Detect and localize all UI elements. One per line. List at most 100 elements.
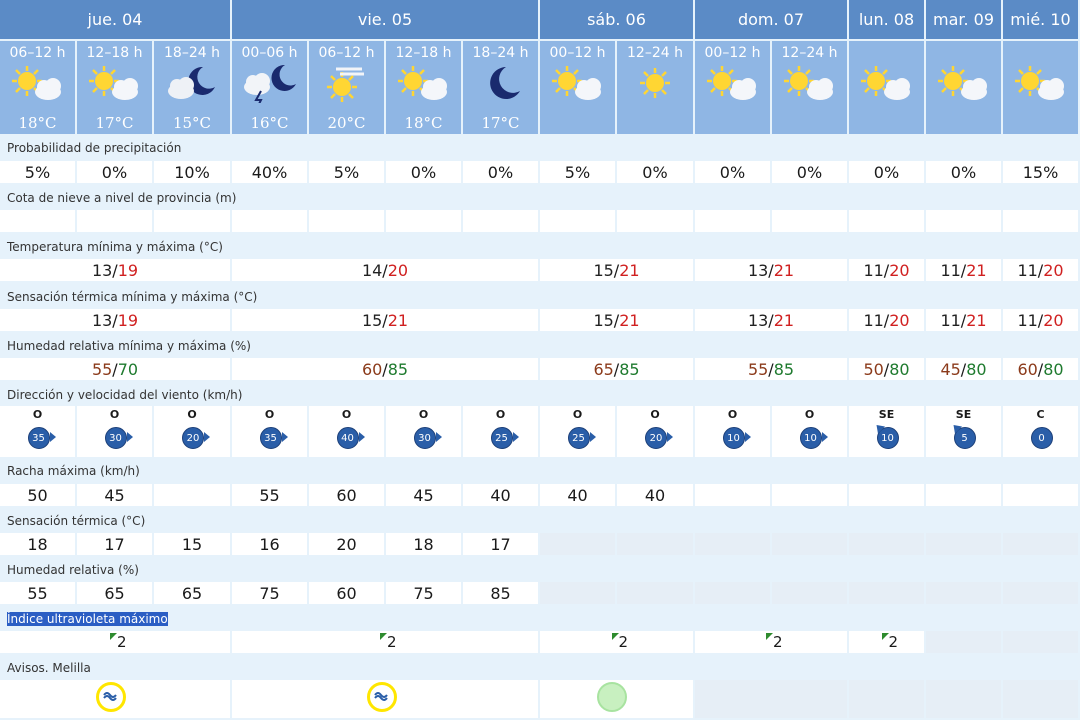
precipitation-value: 40% bbox=[232, 161, 309, 183]
temperature-minmax: 11 / 20 bbox=[1003, 259, 1080, 281]
precipitation-value: 0% bbox=[926, 161, 1003, 183]
precipitation-value: 0% bbox=[617, 161, 695, 183]
period-header bbox=[849, 41, 926, 134]
day-header[interactable]: mié. 10 bbox=[1003, 0, 1080, 39]
day-header[interactable]: mar. 09 bbox=[926, 0, 1003, 39]
snow-level-value bbox=[695, 210, 772, 232]
feels-minmax-min: 11 bbox=[1017, 310, 1038, 330]
precipitation-value: 10% bbox=[154, 161, 232, 183]
wave-warning-icon[interactable] bbox=[367, 682, 397, 712]
wave-warning-icon[interactable] bbox=[96, 682, 126, 712]
wind-speed-badge: 30 bbox=[413, 427, 436, 449]
feels-minmax-min: 15 bbox=[593, 310, 614, 330]
period-temperature: 18°C bbox=[18, 114, 57, 132]
period-header: 06–12 h 20°C bbox=[309, 41, 386, 134]
snow-level-value bbox=[772, 210, 849, 232]
wind-arrow-icon bbox=[204, 432, 210, 442]
precipitation-value: 15% bbox=[1003, 161, 1080, 183]
feels-minmax-min: 13 bbox=[91, 310, 113, 330]
humidity-minmax: 60 / 85 bbox=[232, 358, 540, 380]
uv-flag-icon bbox=[611, 633, 619, 640]
humidity-minmax-min: 65 bbox=[593, 359, 614, 379]
humidity-period-value bbox=[695, 582, 772, 604]
feels-minmax: 15 / 21 bbox=[540, 309, 695, 331]
feels-period-value bbox=[849, 533, 926, 555]
humidity-minmax: 60 / 80 bbox=[1003, 358, 1080, 380]
temperature-minmax: 13 / 21 bbox=[695, 259, 849, 281]
period-header: 12–24 h bbox=[772, 41, 849, 134]
uv-index-value: 2 bbox=[117, 633, 127, 651]
day-header[interactable]: jue. 04 bbox=[0, 0, 232, 39]
period-header bbox=[926, 41, 1003, 134]
feels-period-value bbox=[695, 533, 772, 555]
wind-direction: SE bbox=[955, 408, 972, 421]
wind-direction: O bbox=[187, 408, 197, 421]
humidity-minmax: 65 / 85 bbox=[540, 358, 695, 380]
humidity-minmax-max: 80 bbox=[1043, 359, 1064, 379]
temperature-minmax-max: 21 bbox=[966, 260, 987, 280]
precipitation-value: 5% bbox=[540, 161, 617, 183]
feels-period-value: 18 bbox=[386, 533, 463, 555]
temperature-minmax-max: 20 bbox=[387, 260, 409, 280]
snow-level-value bbox=[0, 210, 77, 232]
gust-value: 40 bbox=[617, 484, 695, 506]
feels-period-value bbox=[617, 533, 695, 555]
temperature-minmax-min: 15 bbox=[593, 260, 614, 280]
feels-period-value: 17 bbox=[463, 533, 540, 555]
sun-cloud-icon bbox=[9, 63, 67, 103]
humidity-minmax-min: 55 bbox=[91, 359, 113, 379]
section-label-feels-period: Sensación térmica (°C) bbox=[7, 514, 146, 528]
day-header[interactable]: dom. 07 bbox=[695, 0, 849, 39]
humidity-period-value bbox=[540, 582, 617, 604]
feels-period-value: 17 bbox=[77, 533, 154, 555]
feels-period-value: 15 bbox=[154, 533, 232, 555]
humidity-minmax-max: 70 bbox=[117, 359, 139, 379]
wind-arrow-icon bbox=[435, 432, 442, 442]
temperature-minmax-max: 19 bbox=[117, 260, 139, 280]
precipitation-value: 0% bbox=[849, 161, 926, 183]
uv-index-value: 2 bbox=[888, 633, 899, 651]
sun-cloud-icon bbox=[86, 63, 144, 103]
gust-value: 45 bbox=[386, 484, 463, 506]
day-header[interactable]: sáb. 06 bbox=[540, 0, 695, 39]
sun-cloud-icon bbox=[549, 63, 607, 103]
feels-minmax: 11 / 21 bbox=[926, 309, 1003, 331]
temperature-minmax-min: 11 bbox=[940, 260, 961, 280]
gust-value bbox=[849, 484, 926, 506]
temperature-minmax-min: 13 bbox=[91, 260, 113, 280]
wind-arrow-icon bbox=[49, 432, 56, 442]
period-temperature: 15°C bbox=[172, 114, 212, 132]
period-label: 12–24 h bbox=[781, 45, 838, 61]
wind-speed-badge: 40 bbox=[336, 427, 359, 449]
day-header[interactable]: vie. 05 bbox=[232, 0, 540, 39]
period-header: 06–12 h 18°C bbox=[0, 41, 77, 134]
wind-cell: O 20 bbox=[617, 406, 695, 457]
sun-icon bbox=[626, 63, 684, 103]
wind-arrow-icon bbox=[126, 432, 133, 442]
wind-cell: O 25 bbox=[540, 406, 617, 457]
warning-cell bbox=[849, 680, 926, 718]
feels-period-value bbox=[540, 533, 617, 555]
humidity-period-value: 55 bbox=[0, 582, 77, 604]
wind-cell: O 20 bbox=[154, 406, 232, 457]
period-label: 12–18 h bbox=[86, 45, 143, 61]
period-label: 06–12 h bbox=[318, 45, 375, 61]
feels-minmax-max: 21 bbox=[387, 310, 409, 330]
temperature-minmax: 13 / 19 bbox=[0, 259, 232, 281]
gust-value bbox=[154, 484, 232, 506]
wind-arrow-icon bbox=[589, 432, 596, 442]
humidity-minmax: 45 / 80 bbox=[926, 358, 1003, 380]
section-label-temp: Temperatura mínima y máxima (°C) bbox=[7, 240, 223, 254]
temperature-minmax-min: 11 bbox=[863, 260, 884, 280]
section-label-uv: Índice ultravioleta máximo bbox=[7, 612, 168, 626]
day-header[interactable]: lun. 08 bbox=[849, 0, 926, 39]
sun-cloud-icon bbox=[395, 63, 453, 103]
period-label: 00–12 h bbox=[704, 45, 761, 61]
gust-value: 50 bbox=[0, 484, 77, 506]
humidity-minmax-min: 45 bbox=[940, 359, 961, 379]
gust-value bbox=[695, 484, 772, 506]
wind-arrow-icon bbox=[821, 432, 828, 442]
snow-level-value bbox=[617, 210, 695, 232]
period-temperature: 18°C bbox=[404, 114, 443, 132]
warning-level-icon[interactable] bbox=[597, 682, 627, 712]
